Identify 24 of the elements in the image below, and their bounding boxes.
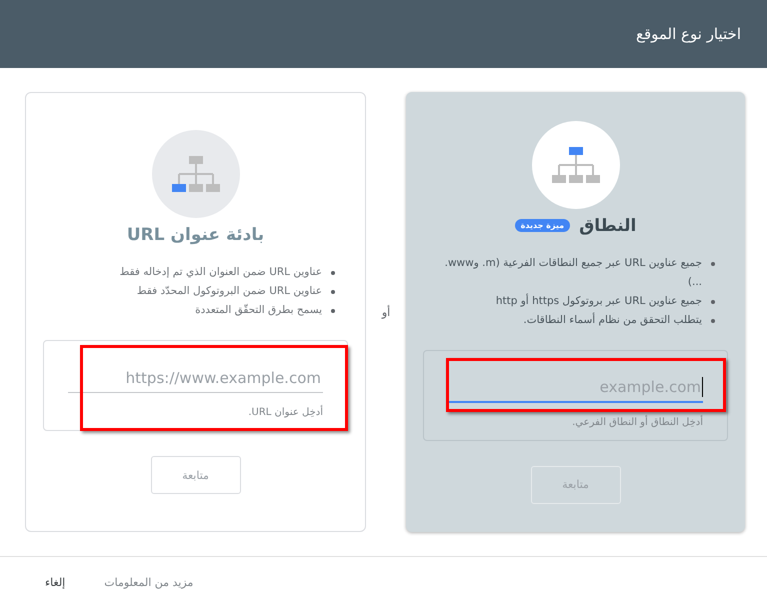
field-hint: أدخِل عنوان URL. — [248, 407, 323, 418]
feature-text: عناوين URL ضمن العنوان الذي تم إدخاله فقط — [120, 265, 322, 280]
bullet-icon — [711, 300, 715, 304]
feature-text: جميع عناوين URL عبر بروتوكول https أو http — [496, 292, 702, 309]
separator-text: أو — [382, 306, 390, 318]
footer-link[interactable]: إلغاء — [45, 576, 66, 588]
bullet-icon — [711, 262, 715, 266]
text-field[interactable]: https://www.example.com — [68, 363, 323, 393]
window-title: اختيار نوع الموقع — [636, 25, 741, 43]
bullet-icon — [331, 309, 335, 313]
bullet-icon — [331, 290, 335, 294]
feature-text: جميع عناوين URL عبر جميع النطاقات الفرعية (m. وwww. ...) — [444, 256, 702, 290]
feature-tag: ميزة جديدة — [514, 219, 570, 232]
feature-text: عناوين URL ضمن البروتوكول المحدّد فقط — [136, 284, 322, 299]
option-card[interactable] — [406, 92, 745, 532]
card-title: النطاق — [579, 216, 636, 236]
text-cursor-icon — [702, 376, 703, 396]
card-title: بادئة عنوان URL — [126, 225, 264, 245]
feature-text: يتطلب التحقق من نظام أسماء النطاقات. — [523, 312, 702, 328]
footer-link[interactable]: مزيد من المعلومات — [104, 576, 194, 588]
feature-text: يسمح بطرق التحقّق المتعددة — [195, 302, 322, 318]
bullet-icon — [711, 318, 715, 322]
field-hint: أدخِل النطاق أو النطاق الفرعي. — [572, 416, 703, 428]
bullet-icon — [331, 271, 335, 275]
